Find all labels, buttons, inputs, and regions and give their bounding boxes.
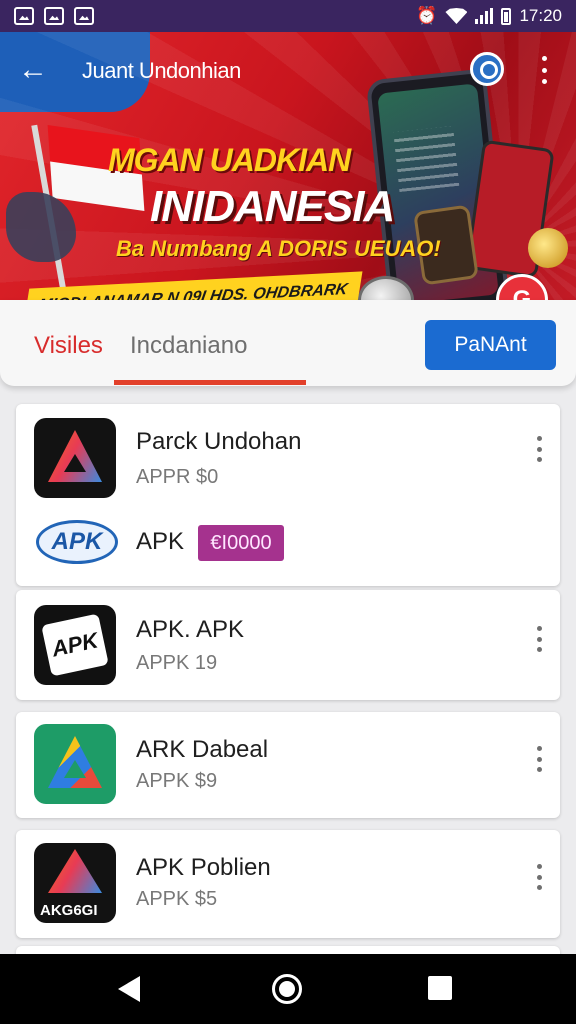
app-name: APK Poblien — [136, 854, 271, 881]
app-name: APK. APK — [136, 616, 245, 643]
nav-recents-icon[interactable] — [428, 976, 452, 1000]
list-item[interactable]: ARK Dabeal APPK $9 — [16, 712, 560, 818]
back-arrow-icon[interactable]: ← — [18, 55, 50, 85]
navigation-bar — [0, 954, 576, 1024]
system-indicators: ⏰ 17:20 — [416, 6, 562, 26]
more-vert-icon[interactable] — [534, 746, 544, 772]
alarm-icon: ⏰ — [416, 6, 438, 25]
list-item[interactable]: APK APK. APK APPK 19 — [16, 590, 560, 700]
gallery-notification-icon — [44, 7, 64, 25]
app-icon-apk: APK — [34, 605, 116, 685]
apk-logo-icon: APK — [36, 520, 118, 564]
image-notification-icon — [14, 7, 34, 25]
list-item[interactable]: AKG6GI APK Poblien APPK $5 — [16, 830, 560, 938]
banner-headline: MGAN UADKIAN — [108, 142, 351, 178]
app-name: ARK Dabeal — [136, 736, 269, 763]
battery-icon — [501, 7, 512, 25]
app-icon-prism — [34, 418, 116, 498]
photo-notification-icon — [74, 7, 94, 25]
tab-incdaniano[interactable]: Incdaniano — [130, 332, 247, 360]
cell-signal-icon — [475, 8, 494, 24]
search-icon[interactable] — [470, 52, 504, 86]
page-title: Juant Undonhian — [82, 58, 241, 83]
active-tab-indicator — [114, 380, 306, 385]
screen: ⏰ 17:20 G MGAN UADKIAN INIDANESIA Ba Num… — [0, 0, 576, 1024]
app-name-secondary: APK — [136, 528, 185, 555]
app-name: Parck Undohan — [136, 428, 302, 455]
tab-bar: Visiles Incdaniano PaNAnt — [0, 300, 576, 386]
gold-coin-icon — [528, 228, 568, 268]
app-price: APPK 19 — [136, 652, 218, 674]
more-vert-icon[interactable] — [534, 626, 544, 652]
app-price: APPK $5 — [136, 888, 218, 910]
nav-home-icon[interactable] — [272, 974, 302, 1004]
app-icon-drive — [34, 724, 116, 804]
banner-country: INIDANESIA — [150, 182, 395, 231]
more-vert-icon[interactable] — [534, 864, 544, 890]
overflow-menu-icon[interactable] — [536, 56, 552, 84]
tab-visiles[interactable]: Visiles — [34, 332, 103, 360]
app-icon-akg: AKG6GI — [34, 843, 116, 923]
app-price: APPR $0 — [136, 466, 219, 488]
nav-back-icon[interactable] — [118, 976, 140, 1002]
banner-subline: Ba Numbang A DORIS UEUAO! — [116, 236, 441, 261]
more-vert-icon[interactable] — [534, 436, 544, 462]
app-price: APPK $9 — [136, 770, 218, 792]
notification-icons — [14, 7, 94, 25]
clock: 17:20 — [519, 6, 562, 25]
status-bar: ⏰ 17:20 — [0, 0, 576, 32]
action-button[interactable]: PaNAnt — [425, 320, 556, 370]
wifi-icon — [445, 8, 468, 24]
price-badge[interactable]: €I0000 — [198, 525, 284, 561]
